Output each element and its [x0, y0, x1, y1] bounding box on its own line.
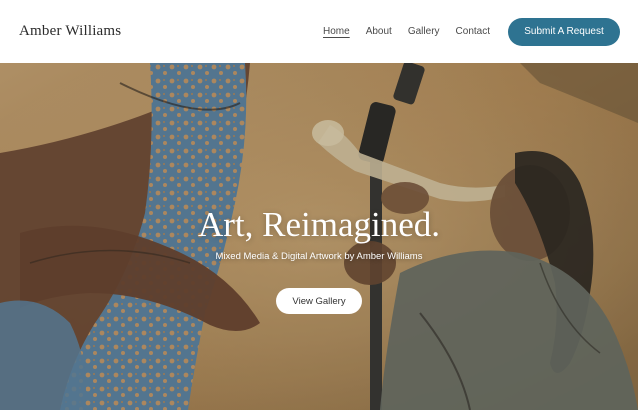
site-title[interactable]: Amber Williams — [19, 23, 121, 40]
site-header: Amber Williams Home About Gallery Contac… — [0, 0, 638, 63]
view-gallery-button[interactable]: View Gallery — [276, 288, 362, 314]
nav-gallery[interactable]: Gallery — [408, 26, 440, 37]
hero-section: Art, Reimagined. Mixed Media & Digital A… — [0, 63, 638, 410]
hero-title: Art, Reimagined. — [197, 205, 441, 244]
main-nav: Home About Gallery Contact Submit A Requ… — [323, 17, 620, 46]
submit-request-button[interactable]: Submit A Request — [508, 17, 620, 46]
nav-contact[interactable]: Contact — [456, 26, 490, 37]
page: Amber Williams Home About Gallery Contac… — [0, 0, 638, 410]
nav-about[interactable]: About — [366, 26, 392, 37]
nav-home[interactable]: Home — [323, 26, 350, 37]
hero-subtitle: Mixed Media & Digital Artwork by Amber W… — [215, 251, 423, 262]
hero-content: Art, Reimagined. Mixed Media & Digital A… — [0, 63, 638, 410]
